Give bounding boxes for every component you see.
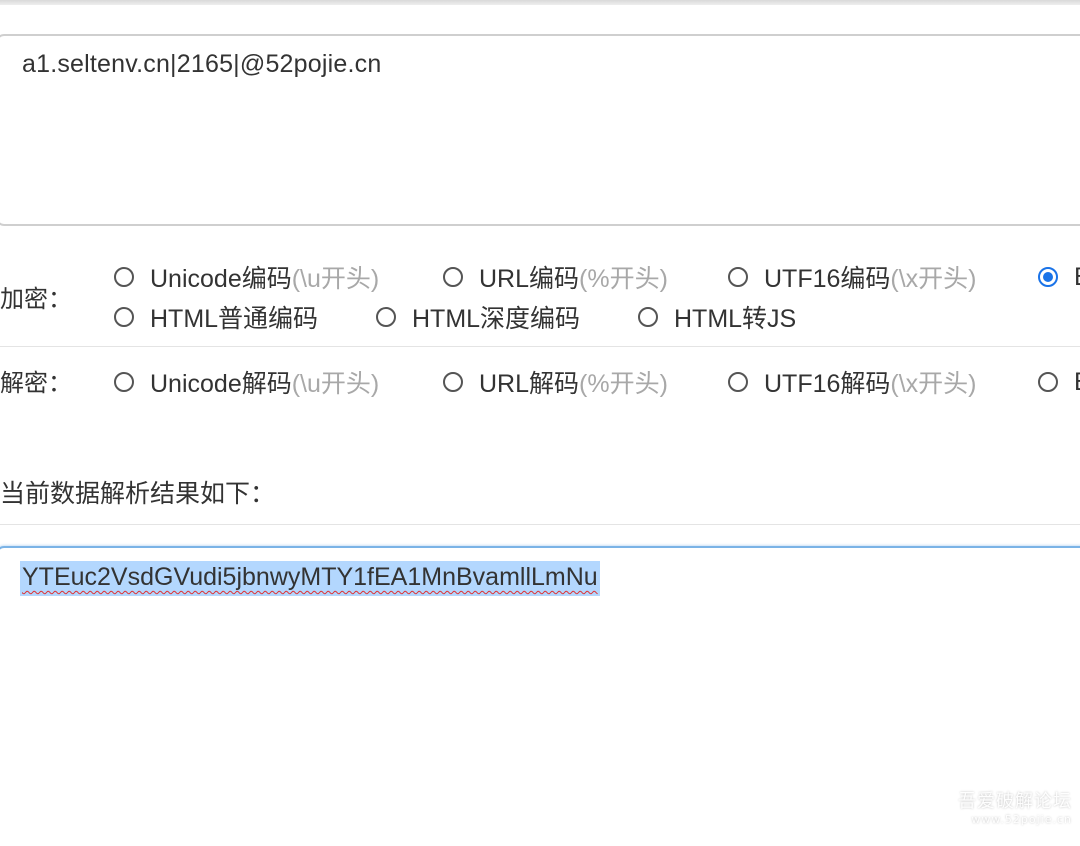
radio-url-decode[interactable]: URL解码 (%开头) xyxy=(443,367,668,398)
option-hint: (\x开头) xyxy=(890,265,977,293)
option-hint: (\u开头) xyxy=(291,370,380,398)
radio-circle[interactable] xyxy=(728,372,748,392)
radio-html-deep-encode[interactable]: HTML深度编码 xyxy=(376,302,581,333)
radio-unicode-encode[interactable]: Unicode编码 (\u开头) xyxy=(114,262,380,293)
option-label: URL编码 xyxy=(479,265,580,293)
option-label: HTML转JS xyxy=(674,305,797,333)
radio-circle[interactable] xyxy=(376,307,396,327)
watermark-title: 吾爱破解论坛 xyxy=(958,791,1072,812)
option-label: HTML深度编码 xyxy=(412,305,581,333)
radio-circle[interactable] xyxy=(114,307,134,327)
radio-utf16-encode[interactable]: UTF16编码 (\x开头) xyxy=(728,262,977,293)
radio-base64-decode[interactable]: B xyxy=(1038,367,1080,397)
source-text: a1.seltenv.cn|2165|@52pojie.cn xyxy=(22,50,382,78)
watermark: 吾爱破解论坛 www.52pojie.cn xyxy=(958,787,1072,826)
result-text: YTEuc2VsdGVudi5jbnwyMTY1fEA1MnBvamllLmNu xyxy=(20,561,600,596)
radio-html-normal-encode[interactable]: HTML普通编码 xyxy=(114,302,319,333)
option-hint: (\x开头) xyxy=(890,370,977,398)
option-label: UTF16解码 xyxy=(764,370,891,398)
option-hint: (%开头) xyxy=(579,265,668,293)
encrypt-label: 加密： xyxy=(0,285,72,313)
option-label: Unicode解码 xyxy=(150,370,292,398)
radio-circle[interactable] xyxy=(114,372,134,392)
option-hint: (%开头) xyxy=(579,370,668,398)
radio-circle-selected[interactable] xyxy=(1038,267,1058,287)
option-label: Unicode编码 xyxy=(150,265,292,293)
radio-circle[interactable] xyxy=(443,372,463,392)
radio-circle[interactable] xyxy=(114,267,134,287)
radio-circle[interactable] xyxy=(1038,372,1058,392)
radio-unicode-decode[interactable]: Unicode解码 (\u开头) xyxy=(114,367,380,398)
radio-url-encode[interactable]: URL编码 (%开头) xyxy=(443,262,668,293)
watermark-url: www.52pojie.cn xyxy=(971,813,1072,826)
option-label: B xyxy=(1074,368,1080,397)
option-label: URL解码 xyxy=(479,370,580,398)
option-hint: (\u开头) xyxy=(291,265,380,293)
radio-circle[interactable] xyxy=(638,307,658,327)
decrypt-label: 解密： xyxy=(0,369,72,397)
radio-circle[interactable] xyxy=(443,267,463,287)
option-label: HTML普通编码 xyxy=(150,305,319,333)
top-divider xyxy=(0,0,1080,5)
option-label: UTF16编码 xyxy=(764,265,891,293)
section-divider xyxy=(0,346,1080,347)
option-label: B xyxy=(1074,263,1080,292)
radio-base64-encode[interactable]: B xyxy=(1038,262,1080,292)
radio-html-to-js[interactable]: HTML转JS xyxy=(638,302,797,333)
radio-utf16-decode[interactable]: UTF16解码 (\x开头) xyxy=(728,367,977,398)
radio-circle[interactable] xyxy=(728,267,748,287)
result-heading: 当前数据解析结果如下： xyxy=(0,479,276,508)
result-divider xyxy=(0,524,1080,525)
